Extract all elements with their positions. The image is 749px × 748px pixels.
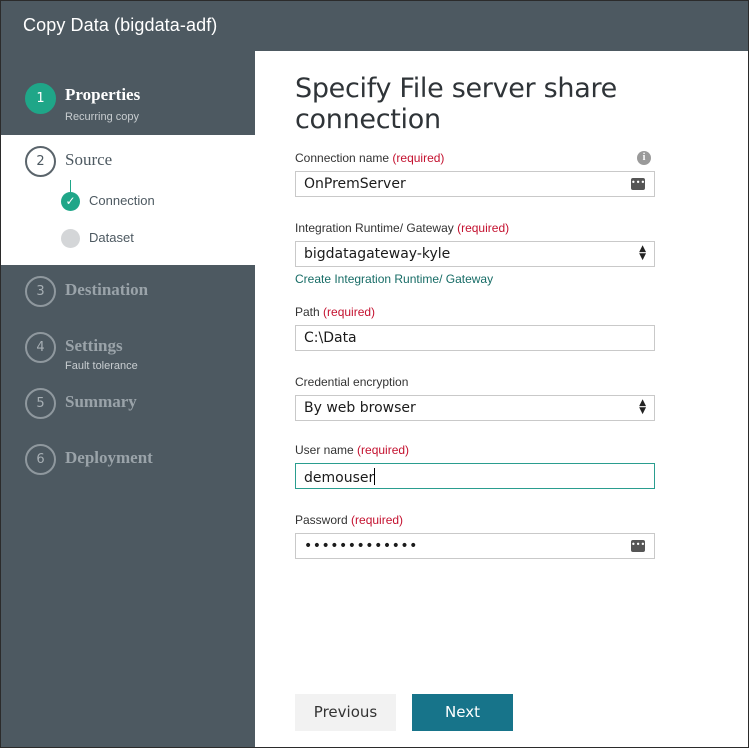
step-label: Deployment [65, 448, 153, 467]
step-label: Settings [65, 336, 123, 355]
info-icon[interactable]: i [637, 151, 651, 165]
step-number-badge: 5 [25, 388, 56, 419]
select-value: bigdatagateway-kyle [304, 246, 451, 262]
input-value: OnPremServer [304, 176, 406, 192]
integration-runtime-field: Integration Runtime/ Gateway (required) … [295, 221, 655, 286]
field-label-text: Path [295, 305, 320, 319]
input-value: demouser [304, 470, 375, 486]
step-number-badge: 4 [25, 332, 56, 363]
field-label: Credential encryption [295, 375, 655, 391]
field-label-text: Credential encryption [295, 375, 409, 389]
step-label: Properties [65, 85, 141, 104]
step-source[interactable]: 2 Source ✓ Connection Dataset [1, 135, 255, 265]
connection-name-field: Connection name (required) i OnPremServe… [295, 151, 655, 197]
substep-label: Dataset [89, 230, 134, 245]
credential-encryption-select[interactable]: By web browser ▲ ▼ [295, 395, 655, 421]
user-name-input[interactable]: demouser [295, 463, 655, 489]
pending-dot-icon [61, 229, 80, 248]
step-settings[interactable]: 4 Settings Fault tolerance [1, 332, 255, 382]
check-icon: ✓ [61, 192, 80, 211]
connection-name-input[interactable]: OnPremServer ••• [295, 171, 655, 197]
required-tag: (required) [392, 151, 445, 165]
create-runtime-link[interactable]: Create Integration Runtime/ Gateway [295, 272, 493, 286]
step-number-badge: 6 [25, 444, 56, 475]
field-label-text: Password [295, 513, 348, 527]
field-label: Integration Runtime/ Gateway (required) [295, 221, 655, 237]
step-label: Summary [65, 392, 137, 411]
required-tag: (required) [357, 443, 410, 457]
path-input[interactable]: C:\Data [295, 325, 655, 351]
window-title: Copy Data (bigdata-adf) [23, 15, 218, 35]
field-label: Path (required) [295, 305, 655, 321]
step-number-badge: 1 [25, 83, 56, 114]
keyboard-icon[interactable]: ••• [631, 178, 645, 190]
step-label: Destination [65, 280, 149, 299]
connection-form-panel: Specify File server share connection Con… [255, 51, 748, 747]
step-properties[interactable]: 1 Properties Recurring copy [1, 51, 255, 135]
field-label-text: Integration Runtime/ Gateway [295, 221, 454, 235]
user-name-field: User name (required) demouser [295, 443, 655, 489]
title-bar: Copy Data (bigdata-adf) [1, 1, 748, 51]
select-arrows-icon: ▲ ▼ [639, 244, 646, 262]
field-label: User name (required) [295, 443, 655, 459]
input-value: C:\Data [304, 330, 357, 346]
step-summary[interactable]: 5 Summary [1, 388, 255, 428]
required-tag: (required) [351, 513, 404, 527]
credential-encryption-field: Credential encryption By web browser ▲ ▼ [295, 375, 655, 421]
step-label: Source [65, 150, 113, 169]
masked-password: ••••••••••••• [304, 538, 418, 554]
text-caret [374, 468, 376, 485]
step-subtitle: Recurring copy [65, 111, 139, 123]
path-field: Path (required) C:\Data [295, 305, 655, 351]
field-label-text: Connection name [295, 151, 390, 165]
next-button[interactable]: Next [412, 694, 513, 731]
step-destination[interactable]: 3 Destination [1, 276, 255, 316]
required-tag: (required) [457, 221, 510, 235]
step-number-badge: 3 [25, 276, 56, 307]
integration-runtime-select[interactable]: bigdatagateway-kyle ▲ ▼ [295, 241, 655, 267]
select-arrows-icon: ▲ ▼ [639, 398, 646, 416]
field-label: Connection name (required) [295, 151, 655, 167]
keyboard-icon[interactable]: ••• [631, 540, 645, 552]
substep-label: Connection [89, 193, 155, 208]
substep-connector [70, 180, 71, 192]
field-label-text: User name [295, 443, 354, 457]
password-field: Password (required) ••••••••••••• ••• [295, 513, 655, 559]
select-value: By web browser [304, 400, 416, 416]
previous-button[interactable]: Previous [295, 694, 396, 731]
step-subtitle: Fault tolerance [65, 360, 138, 372]
required-tag: (required) [323, 305, 376, 319]
page-title: Specify File server share connection [295, 73, 617, 135]
wizard-sidebar: 1 Properties Recurring copy 2 Source ✓ C… [1, 51, 255, 747]
step-deployment[interactable]: 6 Deployment [1, 444, 255, 484]
password-input[interactable]: ••••••••••••• ••• [295, 533, 655, 559]
copy-data-window: Copy Data (bigdata-adf) 1 Properties Rec… [0, 0, 749, 748]
step-number-badge: 2 [25, 146, 56, 177]
field-label: Password (required) [295, 513, 655, 529]
